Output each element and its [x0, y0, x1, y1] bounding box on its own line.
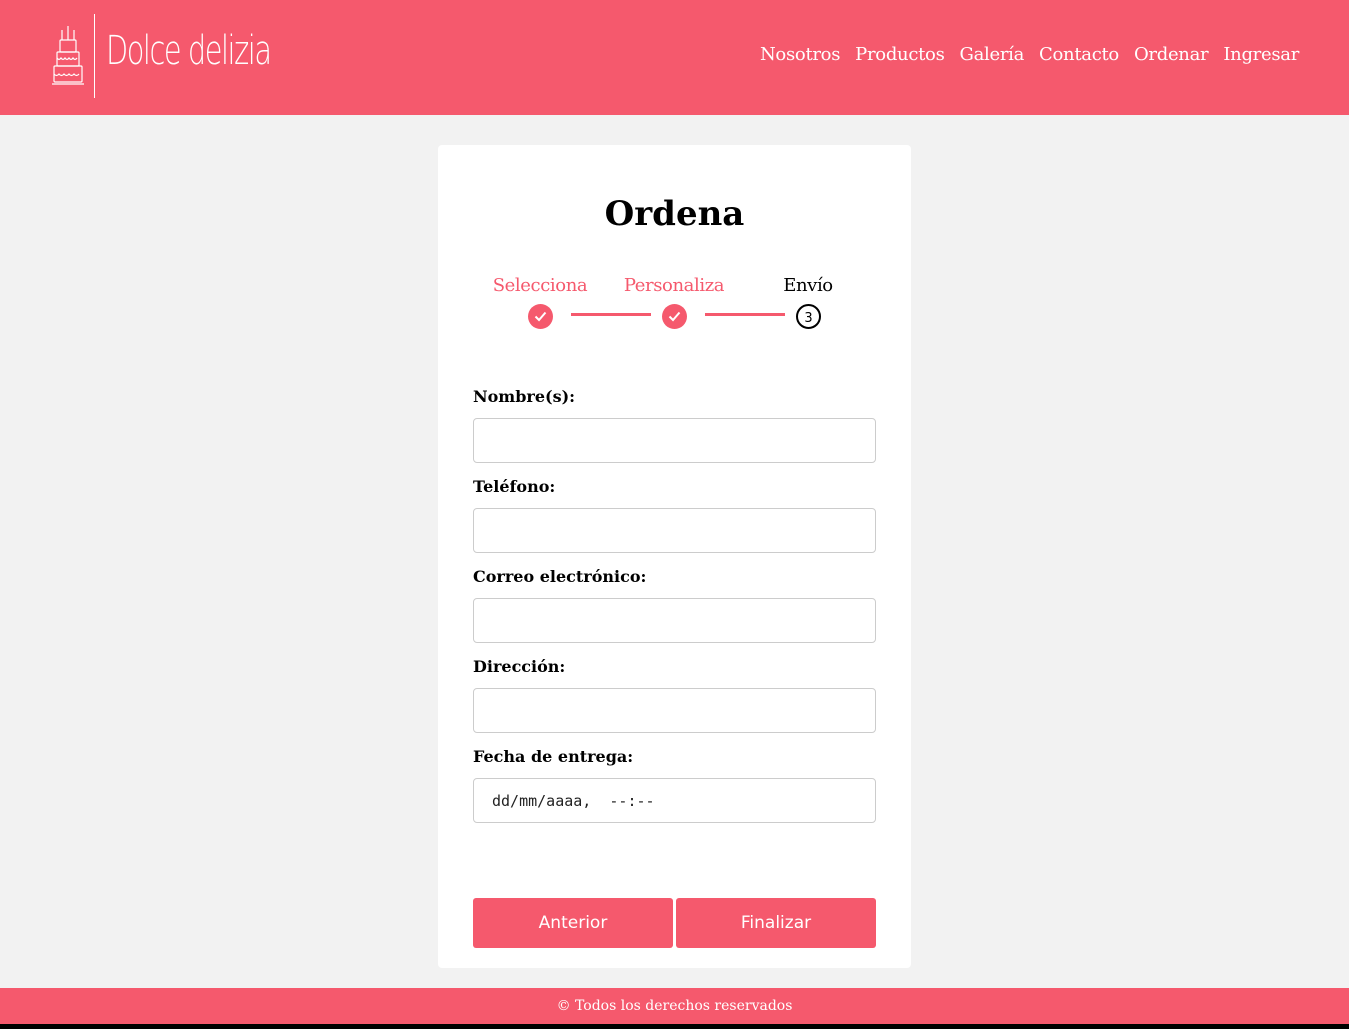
direccion-label: Dirección:	[473, 657, 566, 676]
page-title: Ordena	[604, 194, 745, 234]
nav-link-ordenar[interactable]: Ordenar	[1134, 44, 1209, 65]
step-label-envio: Envío	[783, 275, 833, 296]
step-number: 3	[804, 311, 813, 326]
nav-link-contacto[interactable]: Contacto	[1039, 44, 1119, 65]
copyright-text: © Todos los derechos reservados	[556, 998, 793, 1014]
order-card: Ordena Selecciona Personaliza Envío 3 No…	[438, 145, 911, 968]
fecha-label: Fecha de entrega:	[473, 747, 634, 766]
step-connector-2	[705, 313, 785, 316]
telefono-input[interactable]	[473, 508, 876, 553]
nav-link-nosotros[interactable]: Nosotros	[760, 44, 840, 65]
step-connector-1	[571, 313, 651, 316]
fecha-entrega-input[interactable]: dd/mm/aaaa, --:--	[473, 778, 876, 823]
direccion-input[interactable]	[473, 688, 876, 733]
correo-input[interactable]	[473, 598, 876, 643]
cake-icon	[52, 26, 84, 85]
nav-link-productos[interactable]: Productos	[855, 44, 945, 65]
check-icon	[668, 311, 681, 322]
correo-label: Correo electrónico:	[473, 567, 647, 586]
anterior-button[interactable]: Anterior	[473, 898, 673, 948]
telefono-label: Teléfono:	[473, 477, 556, 496]
finalizar-button[interactable]: Finalizar	[676, 898, 876, 948]
nombre-input[interactable]	[473, 418, 876, 463]
bottom-bar	[0, 1024, 1349, 1029]
nombre-label: Nombre(s):	[473, 387, 576, 406]
nav-link-ingresar[interactable]: Ingresar	[1223, 44, 1299, 65]
step-label-selecciona: Selecciona	[492, 275, 588, 296]
logo-divider	[94, 14, 95, 98]
check-icon	[534, 311, 547, 322]
brand-name: Dolce delizia	[106, 28, 272, 74]
step-label-personaliza: Personaliza	[623, 275, 725, 296]
step-3-current: 3	[796, 304, 821, 329]
step-1-complete	[528, 304, 553, 329]
step-2-complete	[662, 304, 687, 329]
fecha-placeholder: dd/mm/aaaa, --:--	[492, 792, 655, 810]
nav-link-galeria[interactable]: Galería	[960, 44, 1025, 65]
site-header: Dolce delizia Nosotros Productos Galería…	[0, 0, 1349, 115]
brand-logo[interactable]: Dolce delizia	[52, 14, 272, 100]
main-nav: Nosotros Productos Galería Contacto Orde…	[760, 44, 1299, 65]
site-footer: © Todos los derechos reservados	[0, 988, 1349, 1024]
